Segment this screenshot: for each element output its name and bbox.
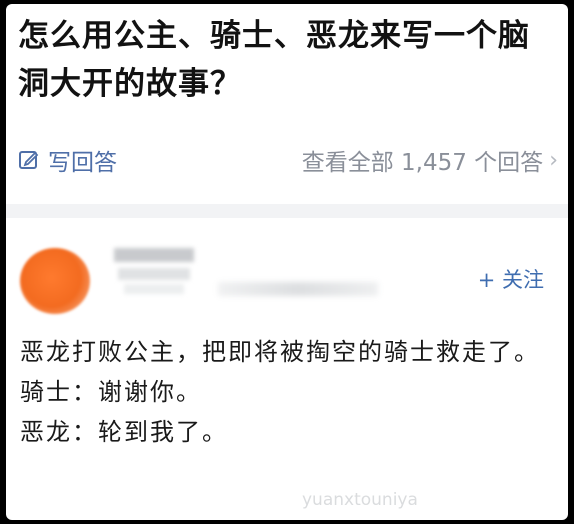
answer-content: 恶龙打败公主，把即将被掏空的骑士救走了。 骑士：谢谢你。 恶龙：轮到我了。 — [20, 332, 550, 452]
section-divider — [6, 204, 568, 218]
write-answer-label: 写回答 — [48, 150, 117, 176]
answer-line: 恶龙：轮到我了。 — [20, 418, 228, 446]
answer-card: 怎么用公主、骑士、恶龙来写一个脑洞大开的故事？ 写回答 查看全部 1,457 个… — [6, 4, 568, 520]
question-title[interactable]: 怎么用公主、骑士、恶龙来写一个脑洞大开的故事？ — [18, 12, 558, 108]
avatar[interactable] — [20, 248, 90, 314]
author-row: + 关注 — [18, 234, 558, 314]
watermark: yuanxtouniya — [302, 490, 418, 510]
answer-line: 骑士：谢谢你。 — [20, 378, 202, 406]
author-name-redacted — [114, 240, 196, 302]
answer-line: 恶龙打败公主，把即将被掏空的骑士救走了。 — [20, 338, 540, 366]
author-bio-redacted — [218, 282, 378, 296]
edit-icon — [19, 151, 39, 169]
write-answer-button[interactable]: 写回答 — [18, 142, 117, 178]
chevron-right-icon: › — [549, 147, 558, 173]
question-action-bar: 写回答 查看全部 1,457 个回答 › — [18, 142, 558, 178]
view-all-answers-link[interactable]: 查看全部 1,457 个回答 › — [302, 142, 558, 178]
follow-button[interactable]: + 关注 — [478, 264, 544, 294]
view-all-label: 查看全部 1,457 个回答 — [301, 150, 544, 176]
